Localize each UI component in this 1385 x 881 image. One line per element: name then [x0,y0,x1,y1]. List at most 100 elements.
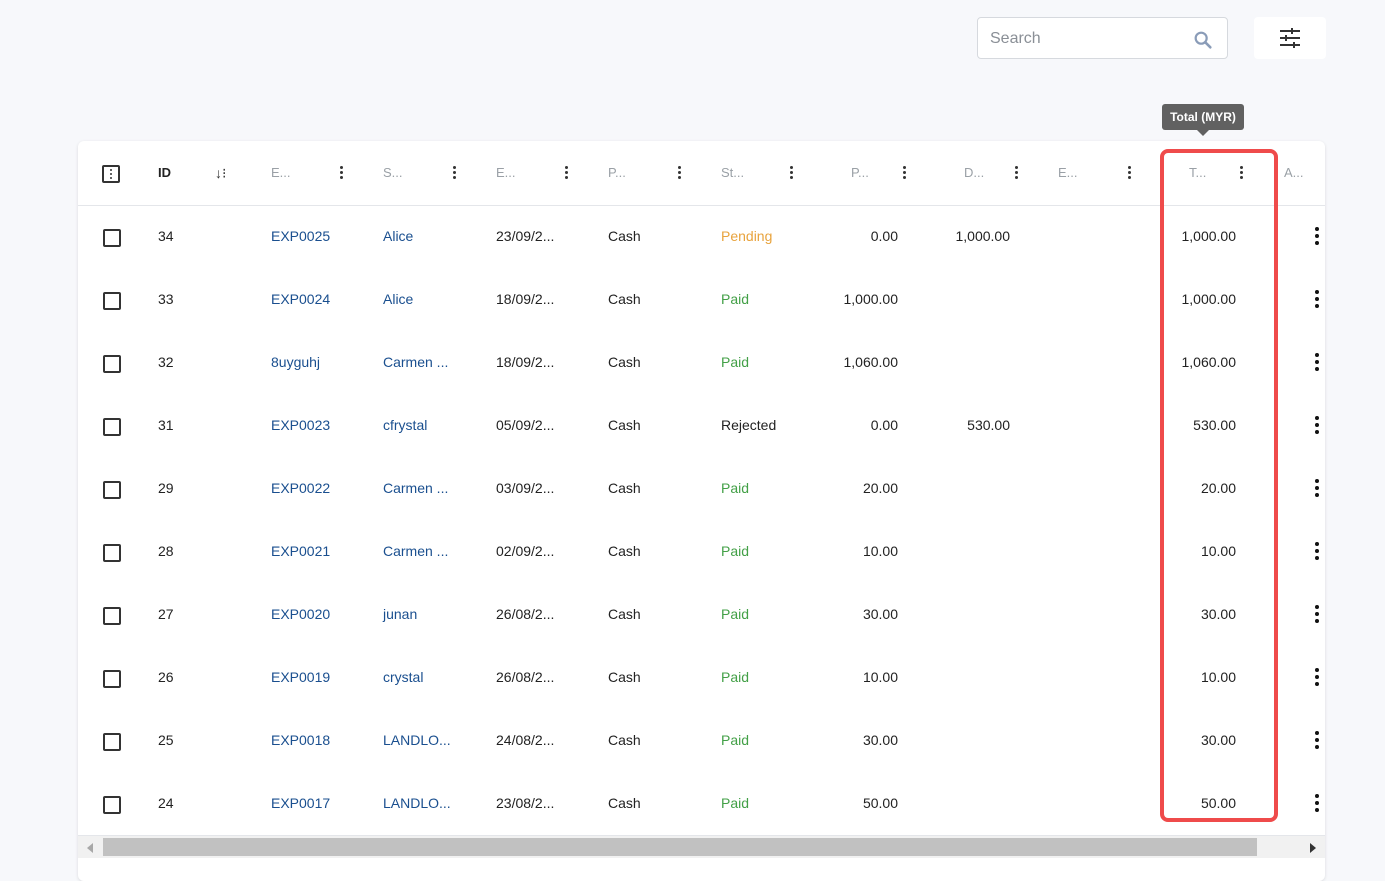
row-actions-icon[interactable] [1314,668,1320,688]
cell-due-amount [930,583,1010,646]
row-actions-icon[interactable] [1314,605,1320,625]
cell-submitter-link[interactable]: Carmen ... [383,457,448,520]
table-row[interactable]: 29 EXP0022 Carmen ... 03/09/2... Cash Paid 20.… [78,457,1325,520]
column-header-expense-date[interactable]: E... [496,165,516,180]
cell-expense-no-link[interactable]: EXP0025 [271,205,330,268]
row-checkbox[interactable] [103,292,121,310]
cell-expense-no-link[interactable]: EXP0023 [271,394,330,457]
row-checkbox[interactable] [103,418,121,436]
cell-paid-amount: 10.00 [862,543,898,559]
row-checkbox[interactable] [103,544,121,562]
cell-due-amount [930,268,1010,331]
cell-id: 31 [158,417,174,433]
column-header-status[interactable]: St... [721,165,744,180]
cell-expense-no-link[interactable]: EXP0022 [271,457,330,520]
cell-total-amount: 10.00 [1200,543,1236,559]
cell-id: 24 [158,795,174,811]
column-header-expense-no[interactable]: E... [271,165,291,180]
cell-submitter-link[interactable]: Alice [383,268,413,331]
row-actions-icon[interactable] [1314,794,1320,814]
column-header-payment[interactable]: P... [608,165,626,180]
cell-expense-no-link[interactable]: EXP0017 [271,772,330,835]
column-menu-icon[interactable] [564,165,568,179]
scroll-left-icon[interactable] [87,843,93,853]
cell-status: Paid [721,606,750,622]
cell-paid-amount: 30.00 [862,606,898,622]
row-checkbox[interactable] [103,733,121,751]
cell-expense-no-link[interactable]: EXP0024 [271,268,330,331]
column-menu-icon[interactable] [1239,165,1243,179]
column-menu-icon[interactable] [1014,165,1018,179]
column-header-paid[interactable]: P... [851,165,869,180]
column-menu-icon[interactable] [677,165,681,179]
cell-expense-date: 18/09/2... [496,291,555,307]
table-row[interactable]: 28 EXP0021 Carmen ... 02/09/2... Cash Paid 10.… [78,520,1325,583]
cell-paid-amount: 0.00 [870,228,898,244]
cell-submitter-link[interactable]: LANDLO... [383,709,451,772]
column-header-due[interactable]: D... [964,165,984,180]
column-header-actions[interactable]: A... [1284,165,1304,180]
cell-total-amount: 20.00 [1200,480,1236,496]
scroll-right-icon[interactable] [1310,843,1316,853]
sort-icon[interactable]: ↓⁝ [215,165,226,182]
cell-expense-no-link[interactable]: 8uyguhj [271,331,320,394]
table-row[interactable]: 33 EXP0024 Alice 18/09/2... Cash Paid 1,000.00… [78,268,1325,331]
cell-expense-no-link[interactable]: EXP0019 [271,646,330,709]
row-checkbox[interactable] [103,670,121,688]
scrollbar-thumb[interactable] [103,838,1257,856]
row-checkbox[interactable] [103,355,121,373]
filter-settings-button[interactable] [1254,17,1326,59]
column-menu-icon[interactable] [902,165,906,179]
cell-total-amount: 10.00 [1200,669,1236,685]
row-actions-icon[interactable] [1314,290,1320,310]
row-actions-icon[interactable] [1314,479,1320,499]
cell-submitter-link[interactable]: crystal [383,646,423,709]
column-header-id[interactable]: ID [158,165,171,180]
table-row[interactable]: 31 EXP0023 cfrystal 05/09/2... Cash Rejected 0… [78,394,1325,457]
column-header-extra[interactable]: E... [1058,165,1078,180]
cell-submitter-link[interactable]: cfrystal [383,394,427,457]
row-actions-icon[interactable] [1314,542,1320,562]
cell-expense-date: 02/09/2... [496,543,555,559]
column-header-total[interactable]: T... [1189,165,1206,180]
horizontal-scrollbar[interactable] [78,835,1325,858]
row-actions-icon[interactable] [1314,416,1320,436]
cell-submitter-link[interactable]: LANDLO... [383,772,451,835]
row-actions-icon[interactable] [1314,353,1320,373]
cell-due-amount [930,331,1010,394]
cell-payment-method: Cash [608,228,641,244]
column-menu-icon[interactable] [1127,165,1131,179]
cell-id: 26 [158,669,174,685]
cell-submitter-link[interactable]: Carmen ... [383,331,448,394]
cell-total-amount: 30.00 [1200,606,1236,622]
search-icon[interactable] [1192,29,1214,51]
row-actions-icon[interactable] [1314,731,1320,751]
search-input[interactable] [988,26,1182,52]
table-row[interactable]: 26 EXP0019 crystal 26/08/2... Cash Paid 10.00 1… [78,646,1325,709]
table-row[interactable]: 24 EXP0017 LANDLO... 23/08/2... Cash Paid 50.0… [78,772,1325,835]
row-checkbox[interactable] [103,796,121,814]
table-row[interactable]: 25 EXP0018 LANDLO... 24/08/2... Cash Paid 30.0… [78,709,1325,772]
cell-paid-amount: 1,000.00 [843,291,899,307]
column-menu-icon[interactable] [789,165,793,179]
table-row[interactable]: 27 EXP0020 junan 26/08/2... Cash Paid 30.00 30.… [78,583,1325,646]
cell-submitter-link[interactable]: Carmen ... [383,520,448,583]
cell-expense-no-link[interactable]: EXP0018 [271,709,330,772]
cell-submitter-link[interactable]: Alice [383,205,413,268]
cell-payment-method: Cash [608,354,641,370]
row-checkbox[interactable] [103,481,121,499]
row-checkbox[interactable] [103,607,121,625]
row-actions-icon[interactable] [1314,227,1320,247]
row-checkbox[interactable] [103,229,121,247]
cell-expense-no-link[interactable]: EXP0020 [271,583,330,646]
table-row[interactable]: 34 EXP0025 Alice 23/09/2... Cash Pending 0.00 1… [78,205,1325,268]
cell-expense-no-link[interactable]: EXP0021 [271,520,330,583]
cell-id: 29 [158,480,174,496]
column-menu-icon[interactable] [339,165,343,179]
select-all-checkbox[interactable] [102,165,120,183]
cell-paid-amount: 1,060.00 [843,354,899,370]
column-menu-icon[interactable] [452,165,456,179]
column-header-submitter[interactable]: S... [383,165,403,180]
table-row[interactable]: 32 8uyguhj Carmen ... 18/09/2... Cash Paid 1,0… [78,331,1325,394]
cell-submitter-link[interactable]: junan [383,583,417,646]
